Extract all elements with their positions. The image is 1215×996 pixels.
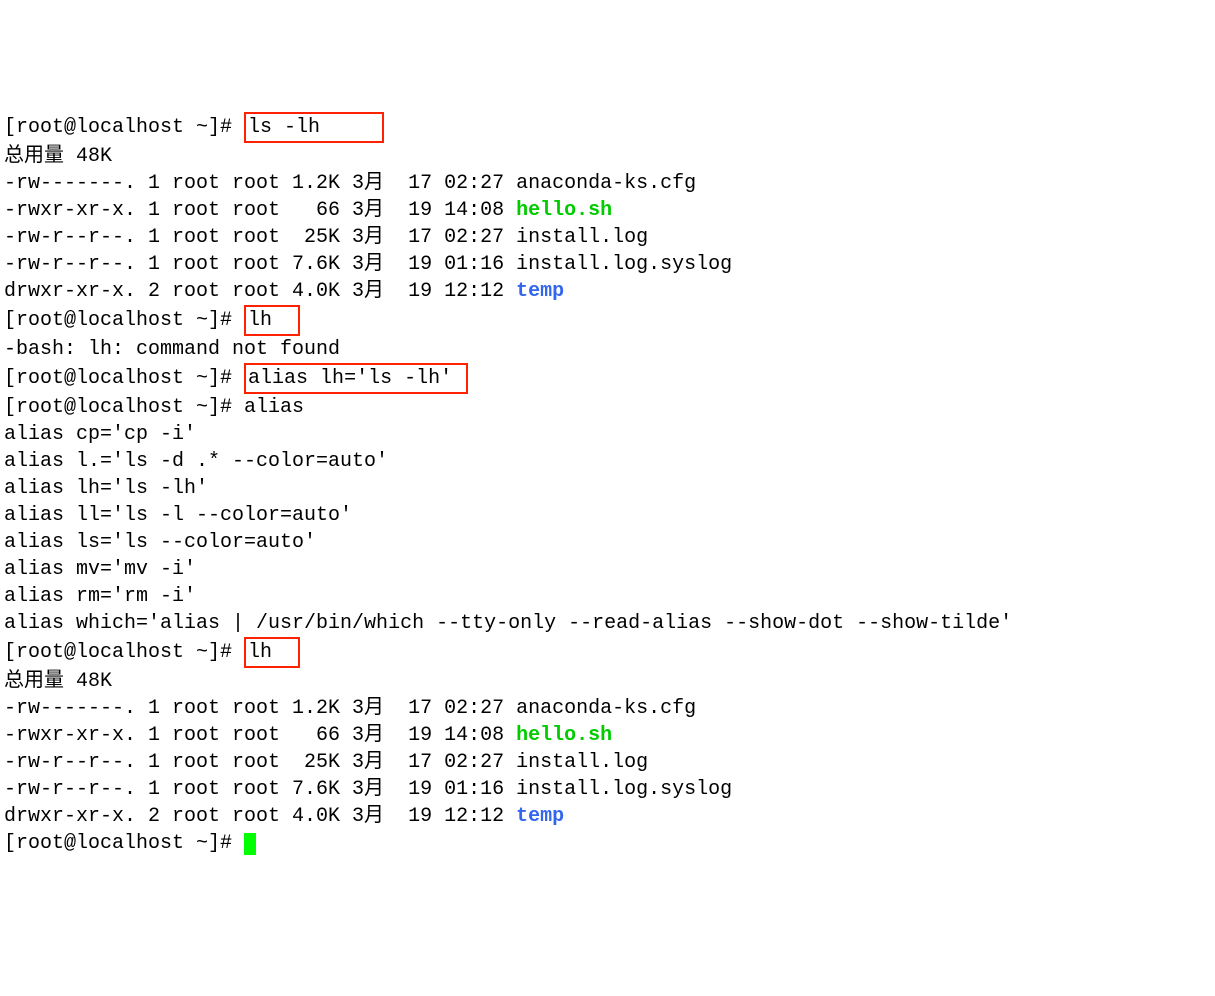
file-entry: drwxr-xr-x. 2 root root 4.0K 3月 19 12:12… bbox=[4, 803, 1211, 830]
highlighted-command: ls -lh bbox=[244, 112, 384, 143]
file-entry: -rw-r--r--. 1 root root 7.6K 3月 19 01:16… bbox=[4, 251, 1211, 278]
file-name: install.log bbox=[516, 751, 648, 774]
alias-entry: alias l.='ls -d .* --color=auto' bbox=[4, 448, 1211, 475]
prompt-line: [root@localhost ~]# alias lh='ls -lh' bbox=[4, 363, 1211, 394]
file-name: hello.sh bbox=[516, 199, 612, 222]
file-entry: -rw-------. 1 root root 1.2K 3月 17 02:27… bbox=[4, 170, 1211, 197]
cursor-icon bbox=[244, 833, 256, 855]
file-name: anaconda-ks.cfg bbox=[516, 172, 696, 195]
alias-entry: alias ll='ls -l --color=auto' bbox=[4, 502, 1211, 529]
file-entry: -rwxr-xr-x. 1 root root 66 3月 19 14:08 h… bbox=[4, 197, 1211, 224]
alias-entry: alias ls='ls --color=auto' bbox=[4, 529, 1211, 556]
highlighted-command: alias lh='ls -lh' bbox=[244, 363, 468, 394]
error-line: -bash: lh: command not found bbox=[4, 336, 1211, 363]
file-name: temp bbox=[516, 805, 564, 828]
alias-entry: alias which='alias | /usr/bin/which --tt… bbox=[4, 610, 1211, 637]
file-name: install.log.syslog bbox=[516, 253, 732, 276]
file-name: install.log bbox=[516, 226, 648, 249]
highlighted-command: lh bbox=[244, 637, 300, 668]
file-name: anaconda-ks.cfg bbox=[516, 697, 696, 720]
file-name: temp bbox=[516, 280, 564, 303]
file-entry: -rw-------. 1 root root 1.2K 3月 17 02:27… bbox=[4, 695, 1211, 722]
alias-entry: alias mv='mv -i' bbox=[4, 556, 1211, 583]
file-name: install.log.syslog bbox=[516, 778, 732, 801]
total-line: 总用量 48K bbox=[4, 668, 1211, 695]
alias-entry: alias rm='rm -i' bbox=[4, 583, 1211, 610]
total-line: 总用量 48K bbox=[4, 143, 1211, 170]
file-entry: -rw-r--r--. 1 root root 25K 3月 17 02:27 … bbox=[4, 749, 1211, 776]
prompt-line: [root@localhost ~]# lh bbox=[4, 305, 1211, 336]
prompt-line: [root@localhost ~]# lh bbox=[4, 637, 1211, 668]
highlighted-command: lh bbox=[244, 305, 300, 336]
alias-entry: alias lh='ls -lh' bbox=[4, 475, 1211, 502]
file-entry: drwxr-xr-x. 2 root root 4.0K 3月 19 12:12… bbox=[4, 278, 1211, 305]
prompt-line: [root@localhost ~]# alias bbox=[4, 394, 1211, 421]
alias-entry: alias cp='cp -i' bbox=[4, 421, 1211, 448]
prompt-line: [root@localhost ~]# ls -lh bbox=[4, 112, 1211, 143]
file-entry: -rw-r--r--. 1 root root 25K 3月 17 02:27 … bbox=[4, 224, 1211, 251]
file-entry: -rwxr-xr-x. 1 root root 66 3月 19 14:08 h… bbox=[4, 722, 1211, 749]
file-name: hello.sh bbox=[516, 724, 612, 747]
terminal-output: [root@localhost ~]# ls -lh 总用量 48K-rw---… bbox=[4, 112, 1211, 857]
file-entry: -rw-r--r--. 1 root root 7.6K 3月 19 01:16… bbox=[4, 776, 1211, 803]
prompt-line[interactable]: [root@localhost ~]# bbox=[4, 830, 1211, 857]
